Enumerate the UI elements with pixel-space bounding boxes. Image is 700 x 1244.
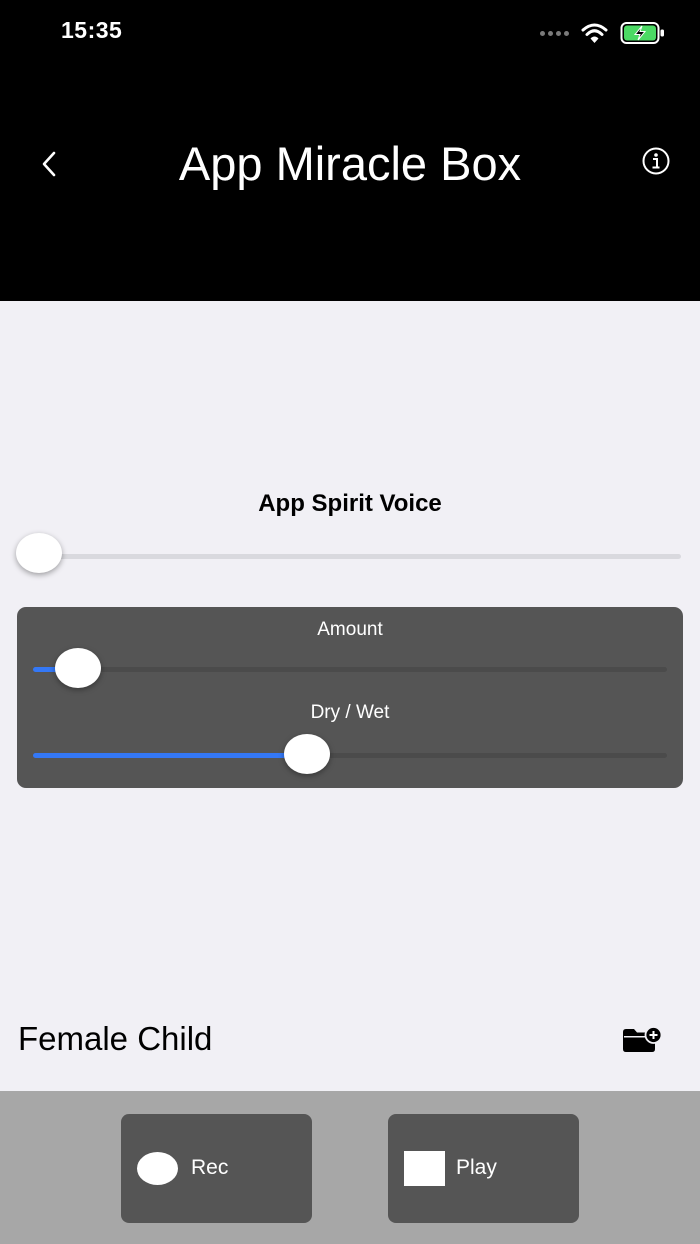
voice-title: App Spirit Voice: [258, 490, 442, 517]
bottom-bar: Rec Play: [0, 1091, 700, 1244]
rec-button[interactable]: Rec: [121, 1114, 312, 1223]
preset-name: Female Child: [18, 1020, 213, 1057]
dry-wet-slider-fill: [33, 753, 307, 758]
play-label: Play: [456, 1156, 497, 1179]
add-to-folder-button[interactable]: [620, 1024, 664, 1056]
voice-slider[interactable]: [16, 533, 681, 573]
effects-panel: Amount Dry / Wet: [17, 607, 683, 788]
dry-wet-slider-thumb[interactable]: [284, 734, 330, 774]
info-icon: [642, 147, 670, 175]
rec-label: Rec: [191, 1156, 229, 1179]
status-icons: [540, 20, 666, 46]
amount-slider[interactable]: [33, 648, 667, 688]
amount-slider-thumb[interactable]: [55, 648, 101, 688]
signal-icon: [540, 30, 569, 36]
stop-square-icon: [404, 1151, 445, 1186]
header: 15:35 App Miracle Box: [0, 0, 700, 301]
record-icon: [137, 1152, 178, 1185]
amount-label: Amount: [317, 619, 383, 640]
page-title: App Miracle Box: [178, 137, 522, 190]
battery-icon: [620, 22, 664, 44]
play-button[interactable]: Play: [388, 1114, 579, 1223]
voice-slider-thumb[interactable]: [16, 533, 62, 573]
dry-wet-label: Dry / Wet: [310, 702, 390, 723]
folder-add-icon: [623, 1026, 663, 1052]
info-button[interactable]: [640, 145, 672, 177]
status-time: 15:35: [61, 17, 123, 43]
wifi-icon: [581, 23, 608, 43]
dry-wet-slider[interactable]: [33, 734, 667, 774]
